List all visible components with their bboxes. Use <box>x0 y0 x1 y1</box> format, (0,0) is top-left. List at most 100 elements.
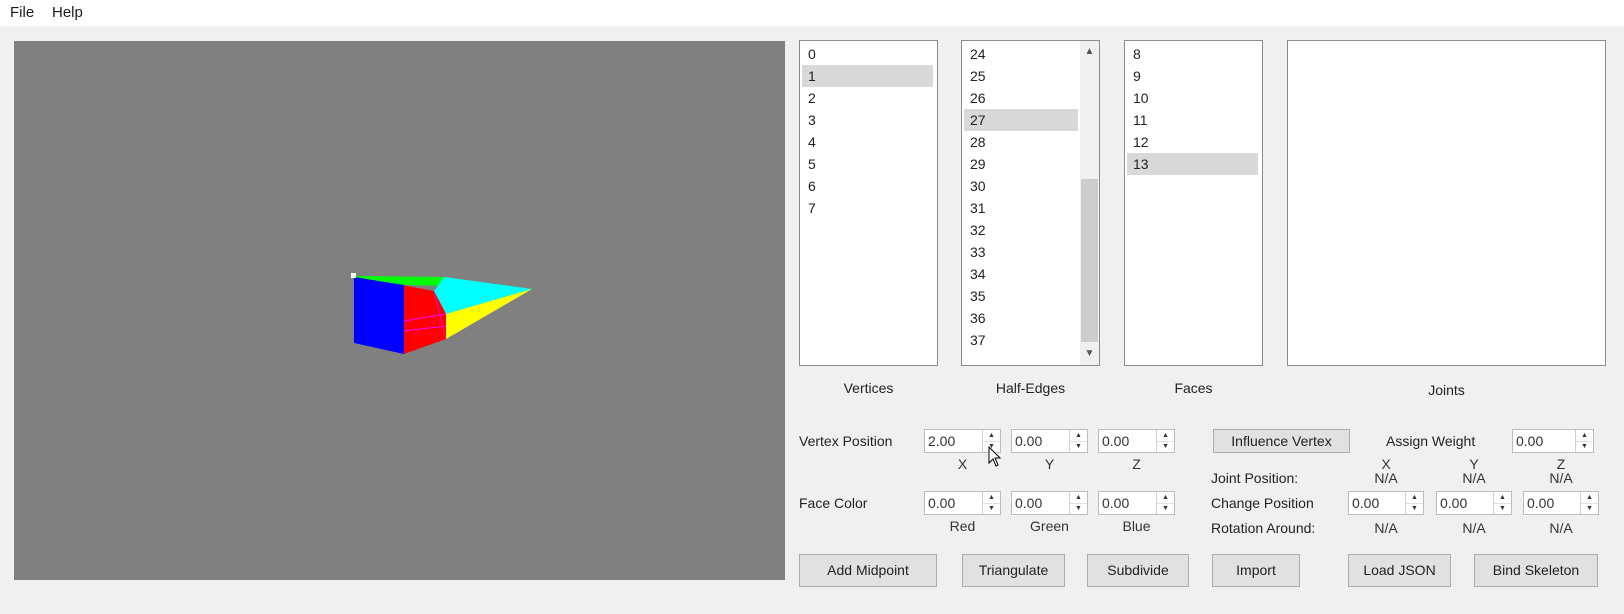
assign-weight-spinbox[interactable]: 0.00 ▲ ▼ <box>1512 429 1594 453</box>
vertices-caption: Vertices <box>843 380 894 396</box>
change-position-z-value: 0.00 <box>1527 495 1555 511</box>
half-edges-list[interactable]: 24 25 26 27 28 29 30 31 32 33 34 35 36 3… <box>961 40 1100 366</box>
assign-weight-value: 0.00 <box>1516 433 1544 449</box>
change-position-y-spinbox[interactable]: 0.00 ▲ ▼ <box>1436 491 1512 515</box>
rotation-around-z: N/A <box>1549 520 1573 536</box>
vertex-position-label: Vertex Position <box>799 433 893 449</box>
load-json-button[interactable]: Load JSON <box>1348 554 1451 587</box>
face-green-label: Green <box>1030 518 1069 534</box>
list-item-selected[interactable]: 27 <box>964 109 1078 131</box>
list-item[interactable]: 5 <box>802 153 933 175</box>
list-item[interactable]: 9 <box>1127 65 1258 87</box>
vertex-z-label: Z <box>1132 456 1141 472</box>
list-item[interactable]: 36 <box>964 307 1078 329</box>
list-item-selected[interactable]: 13 <box>1127 153 1258 175</box>
mesh-face-blue <box>354 277 404 354</box>
change-position-y-value: 0.00 <box>1440 495 1468 511</box>
half-edges-caption: Half-Edges <box>995 380 1066 396</box>
scrollbar-thumb[interactable] <box>1081 179 1098 342</box>
joint-position-y: N/A <box>1462 470 1486 486</box>
vertices-list[interactable]: 0 1 2 3 4 5 6 7 <box>799 40 938 366</box>
vertex-y-value: 0.00 <box>1015 433 1043 449</box>
face-red-spinbox[interactable]: 0.00 ▲ ▼ <box>924 491 1001 515</box>
joint-position-x: N/A <box>1374 470 1398 486</box>
mouse-pointer-icon <box>988 446 1002 467</box>
change-position-x-value: 0.00 <box>1352 495 1380 511</box>
list-item[interactable]: 34 <box>964 263 1078 285</box>
list-item[interactable]: 3 <box>802 109 933 131</box>
scroll-down-icon[interactable]: ▼ <box>1081 345 1098 362</box>
joints-tree[interactable] <box>1287 40 1606 366</box>
list-item[interactable]: 8 <box>1127 43 1258 65</box>
face-green-spinbox[interactable]: 0.00 ▲ ▼ <box>1011 491 1088 515</box>
face-color-label: Face Color <box>799 495 868 511</box>
spin-down-icon[interactable]: ▼ <box>1157 503 1174 514</box>
list-item[interactable]: 10 <box>1127 87 1258 109</box>
joint-position-label: Joint Position: <box>1211 470 1299 486</box>
list-item[interactable]: 37 <box>964 329 1078 351</box>
face-red-value: 0.00 <box>928 495 956 511</box>
list-item[interactable]: 26 <box>964 87 1078 109</box>
rotation-around-x: N/A <box>1374 520 1398 536</box>
spin-down-icon[interactable]: ▼ <box>1157 441 1174 452</box>
add-midpoint-button[interactable]: Add Midpoint <box>799 554 937 587</box>
spin-down-icon[interactable]: ▼ <box>1070 503 1087 514</box>
spin-down-icon[interactable]: ▼ <box>1581 503 1598 514</box>
list-item[interactable]: 31 <box>964 197 1078 219</box>
face-blue-value: 0.00 <box>1102 495 1130 511</box>
list-item[interactable]: 29 <box>964 153 1078 175</box>
rotation-around-y: N/A <box>1462 520 1486 536</box>
change-position-z-spinbox[interactable]: 0.00 ▲ ▼ <box>1523 491 1599 515</box>
list-item[interactable]: 25 <box>964 65 1078 87</box>
vertex-z-spinbox[interactable]: 0.00 ▲ ▼ <box>1098 429 1175 453</box>
mesh-render <box>351 273 532 354</box>
list-item[interactable]: 4 <box>802 131 933 153</box>
import-button[interactable]: Import <box>1212 554 1300 587</box>
menu-bar: File Help <box>0 0 1624 26</box>
vertex-z-value: 0.00 <box>1102 433 1130 449</box>
half-edges-scrollbar[interactable]: ▲ ▼ <box>1080 41 1099 365</box>
list-item[interactable]: 7 <box>802 197 933 219</box>
list-item[interactable]: 2 <box>802 87 933 109</box>
list-item[interactable]: 30 <box>964 175 1078 197</box>
mesh-viewport[interactable] <box>14 41 785 580</box>
list-item[interactable]: 11 <box>1127 109 1258 131</box>
list-item[interactable]: 6 <box>802 175 933 197</box>
list-item[interactable]: 33 <box>964 241 1078 263</box>
triangulate-button[interactable]: Triangulate <box>962 554 1065 587</box>
vertex-y-label: Y <box>1044 456 1055 472</box>
list-item[interactable]: 28 <box>964 131 1078 153</box>
list-item[interactable]: 24 <box>964 43 1078 65</box>
face-red-label: Red <box>949 518 976 534</box>
joints-caption: Joints <box>1428 382 1465 398</box>
faces-caption: Faces <box>1174 380 1213 396</box>
vertex-y-spinbox[interactable]: 0.00 ▲ ▼ <box>1011 429 1088 453</box>
list-item[interactable]: 0 <box>802 43 933 65</box>
face-blue-label: Blue <box>1122 518 1151 534</box>
selected-vertex-marker <box>351 273 356 278</box>
list-item-selected[interactable]: 1 <box>802 65 933 87</box>
face-green-value: 0.00 <box>1015 495 1043 511</box>
vertex-x-value: 2.00 <box>928 433 956 449</box>
list-item[interactable]: 32 <box>964 219 1078 241</box>
rotation-around-label: Rotation Around: <box>1211 520 1316 536</box>
assign-weight-label: Assign Weight <box>1386 433 1476 449</box>
bind-skeleton-button[interactable]: Bind Skeleton <box>1474 554 1598 587</box>
list-item[interactable]: 12 <box>1127 131 1258 153</box>
spin-down-icon[interactable]: ▼ <box>1070 441 1087 452</box>
spin-down-icon[interactable]: ▼ <box>983 503 1000 514</box>
influence-vertex-button[interactable]: Influence Vertex <box>1213 429 1350 453</box>
scroll-up-icon[interactable]: ▲ <box>1081 43 1098 60</box>
menu-help[interactable]: Help <box>52 0 83 26</box>
subdivide-button[interactable]: Subdivide <box>1087 554 1189 587</box>
faces-list[interactable]: 8 9 10 11 12 13 <box>1124 40 1263 366</box>
menu-file[interactable]: File <box>10 0 34 26</box>
spin-down-icon[interactable]: ▼ <box>1494 503 1511 514</box>
change-position-x-spinbox[interactable]: 0.00 ▲ ▼ <box>1348 491 1424 515</box>
change-position-label: Change Position <box>1211 495 1314 511</box>
joint-position-z: N/A <box>1549 470 1573 486</box>
list-item[interactable]: 35 <box>964 285 1078 307</box>
spin-down-icon[interactable]: ▼ <box>1576 441 1593 452</box>
face-blue-spinbox[interactable]: 0.00 ▲ ▼ <box>1098 491 1175 515</box>
spin-down-icon[interactable]: ▼ <box>1406 503 1423 514</box>
